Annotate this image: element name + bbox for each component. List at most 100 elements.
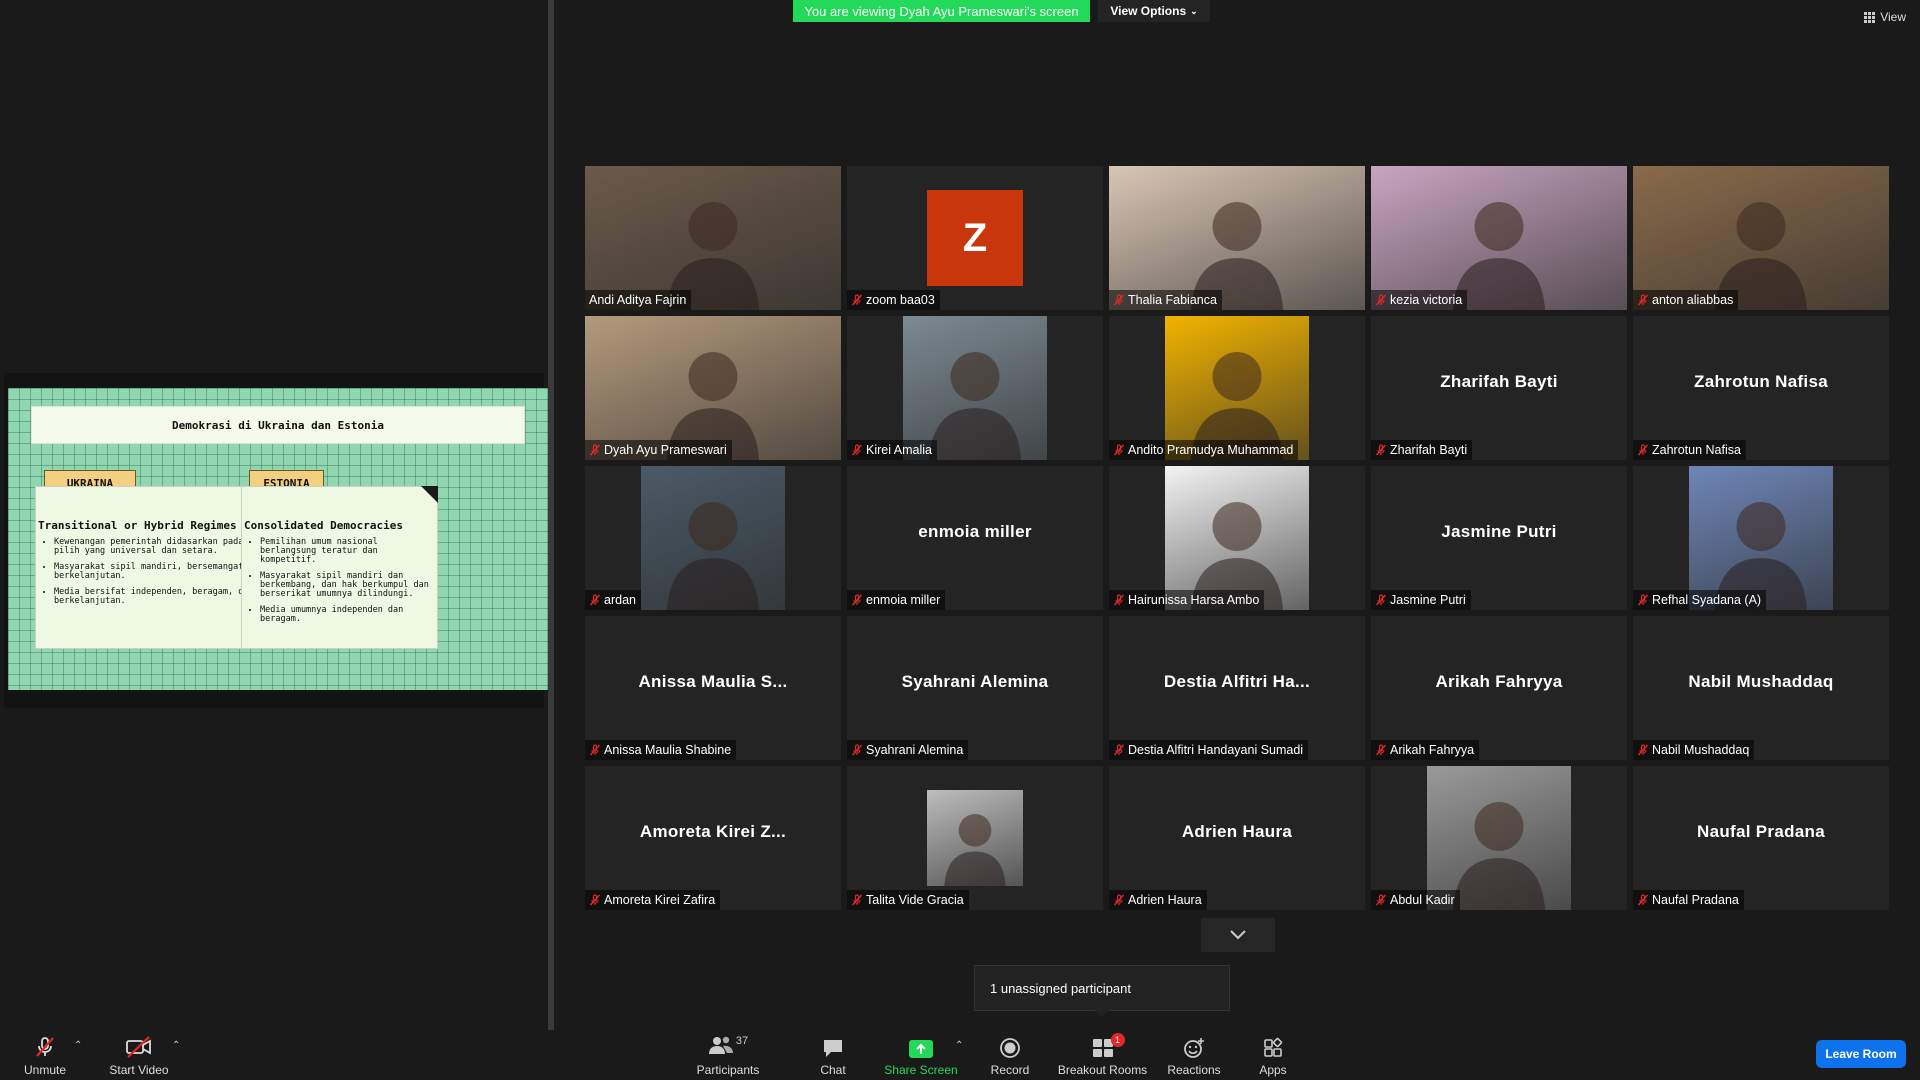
screen-share-banner: You are viewing Dyah Ayu Prameswari's sc… <box>793 0 1090 22</box>
participant-name-label: Kirei Amalia <box>847 440 937 460</box>
slide-title: Demokrasi di Ukraina dan Estonia <box>31 406 525 444</box>
participant-name-label: Talita Vide Gracia <box>847 890 969 910</box>
pane-splitter[interactable] <box>548 0 554 1030</box>
participant-tile[interactable]: Zzoom baa03 <box>847 166 1103 310</box>
participant-tile[interactable]: Dyah Ayu Prameswari <box>585 316 841 460</box>
participants-button[interactable]: 37 Participants <box>690 1030 766 1080</box>
participant-name: Jasmine Putri <box>1390 593 1466 607</box>
person-silhouette-icon <box>666 502 760 610</box>
view-label: View <box>1880 10 1906 24</box>
participant-tile[interactable]: anton aliabbas <box>1633 166 1889 310</box>
participant-name-label: Adrien Haura <box>1109 890 1207 910</box>
person-silhouette-icon <box>1714 502 1808 610</box>
participant-name: Adrien Haura <box>1128 893 1202 907</box>
participant-display-name: Destia Alfitri Ha... <box>1163 672 1311 691</box>
participant-video <box>1633 166 1889 310</box>
participant-tile[interactable]: Naufal Pradana Naufal Pradana <box>1633 766 1889 910</box>
participant-name: anton aliabbas <box>1652 293 1734 307</box>
participant-name: Arikah Fahryya <box>1390 743 1475 757</box>
microphone-muted-icon <box>1113 744 1125 756</box>
microphone-muted-icon <box>589 894 601 906</box>
participant-display-name: Anissa Maulia S... <box>638 672 788 691</box>
breakout-badge: 1 <box>1110 1033 1125 1047</box>
participant-tile[interactable]: kezia victoria <box>1371 166 1627 310</box>
participant-tile[interactable]: Nabil Mushaddaq Nabil Mushaddaq <box>1633 616 1889 760</box>
unmute-button[interactable]: Unmute <box>14 1030 76 1080</box>
apps-icon <box>1264 1037 1283 1057</box>
microphone-muted-icon <box>851 444 863 456</box>
view-layout-button[interactable]: View <box>1864 10 1906 24</box>
participant-name: Zharifah Bayti <box>1390 443 1468 457</box>
participant-name: Anissa Maulia Shabine <box>604 743 732 757</box>
collapse-gallery-button[interactable] <box>1201 918 1275 952</box>
participant-tile[interactable]: Anissa Maulia S... Anissa Maulia Shabine <box>585 616 841 760</box>
participant-name-label: Jasmine Putri <box>1371 590 1471 610</box>
participant-tile[interactable]: Andi Aditya Fajrin <box>585 166 841 310</box>
participant-video <box>1371 166 1627 310</box>
person-silhouette-icon <box>1190 502 1284 610</box>
breakout-rooms-button[interactable]: 1 Breakout Rooms <box>1055 1030 1150 1080</box>
card-estonia-heading: Consolidated Democracies <box>244 519 403 532</box>
share-screen-button[interactable]: Share Screen <box>881 1030 961 1080</box>
participant-tile[interactable]: Abdul Kadir <box>1371 766 1627 910</box>
participant-name: kezia victoria <box>1390 293 1463 307</box>
participant-tile[interactable]: Arikah Fahryya Arikah Fahryya <box>1371 616 1627 760</box>
unassigned-participant-tooltip: 1 unassigned participant <box>974 965 1230 1017</box>
participant-tile[interactable]: Hairunissa Harsa Ambo <box>1109 466 1365 610</box>
card-estonia-list: Pemilihan umum nasional berlangsung tera… <box>260 538 437 624</box>
person-silhouette-icon <box>666 352 760 460</box>
participant-name: Destia Alfitri Handayani Sumadi <box>1128 743 1304 757</box>
leave-room-button[interactable]: Leave Room <box>1816 1040 1906 1068</box>
participant-tile[interactable]: Andito Pramudya Muhammad <box>1109 316 1365 460</box>
microphone-muted-icon <box>1637 294 1649 306</box>
view-options-button[interactable]: View Options ⌄ <box>1098 0 1210 22</box>
participant-video <box>927 790 1023 886</box>
participant-tile[interactable]: ardan <box>585 466 841 610</box>
shared-screen-pane: Demokrasi di Ukraina dan Estonia UKRAINA… <box>0 0 548 1030</box>
microphone-muted-icon <box>589 744 601 756</box>
participant-name-label: Thalia Fabianca <box>1109 290 1222 310</box>
participant-video <box>585 316 841 460</box>
share-options-caret-icon[interactable]: ⌃ <box>955 1040 963 1051</box>
participants-label: Participants <box>696 1063 760 1077</box>
participant-tile[interactable]: Jasmine Putri Jasmine Putri <box>1371 466 1627 610</box>
participant-tile[interactable]: Zahrotun Nafisa Zahrotun Nafisa <box>1633 316 1889 460</box>
participant-display-name: enmoia miller <box>918 522 1032 541</box>
banner-text: You are viewing Dyah Ayu Prameswari's sc… <box>804 3 1079 19</box>
video-options-caret-icon[interactable]: ⌃ <box>172 1040 180 1051</box>
participant-name-label: Zahrotun Nafisa <box>1633 440 1746 460</box>
participant-name: Andi Aditya Fajrin <box>589 293 687 307</box>
participant-name-label: anton aliabbas <box>1633 290 1739 310</box>
participant-display-name: Amoreta Kirei Z... <box>639 822 787 841</box>
participant-name-label: Amoreta Kirei Zafira <box>585 890 721 910</box>
participant-name-label: Hairunissa Harsa Ambo <box>1109 590 1265 610</box>
microphone-muted-icon <box>1113 444 1125 456</box>
participant-name: zoom baa03 <box>866 293 935 307</box>
participant-name-label: Nabil Mushaddaq <box>1633 740 1755 760</box>
participant-name: Hairunissa Harsa Ambo <box>1128 593 1260 607</box>
apps-button[interactable]: Apps <box>1254 1030 1292 1080</box>
participant-tile[interactable]: Adrien Haura Adrien Haura <box>1109 766 1365 910</box>
microphone-muted-icon <box>1637 594 1649 606</box>
chevron-down-icon <box>1230 930 1246 940</box>
participant-tile[interactable]: Zharifah Bayti Zharifah Bayti <box>1371 316 1627 460</box>
record-button[interactable]: Record <box>985 1030 1035 1080</box>
start-video-button[interactable]: Start Video <box>104 1030 174 1080</box>
participant-tile[interactable]: Kirei Amalia <box>847 316 1103 460</box>
participant-tile[interactable]: Refhal Syadana (A) <box>1633 466 1889 610</box>
participant-name: Zahrotun Nafisa <box>1652 443 1741 457</box>
share-screen-icon <box>909 1040 933 1058</box>
participant-tile[interactable]: Amoreta Kirei Z... Amoreta Kirei Zafira <box>585 766 841 910</box>
participant-tile[interactable]: Thalia Fabianca <box>1109 166 1365 310</box>
microphone-muted-icon <box>36 1037 54 1057</box>
participant-name: Refhal Syadana (A) <box>1652 593 1762 607</box>
participant-name-label: Abdul Kadir <box>1371 890 1460 910</box>
participant-name: Dyah Ayu Prameswari <box>604 443 727 457</box>
participant-tile[interactable]: Destia Alfitri Ha... Destia Alfitri Handa… <box>1109 616 1365 760</box>
participant-tile[interactable]: enmoia miller enmoia miller <box>847 466 1103 610</box>
participant-tile[interactable]: Syahrani Alemina Syahrani Alemina <box>847 616 1103 760</box>
reactions-button[interactable]: Reactions <box>1165 1030 1223 1080</box>
audio-options-caret-icon[interactable]: ⌃ <box>74 1040 82 1051</box>
chat-button[interactable]: Chat <box>808 1030 858 1080</box>
participant-tile[interactable]: Talita Vide Gracia <box>847 766 1103 910</box>
